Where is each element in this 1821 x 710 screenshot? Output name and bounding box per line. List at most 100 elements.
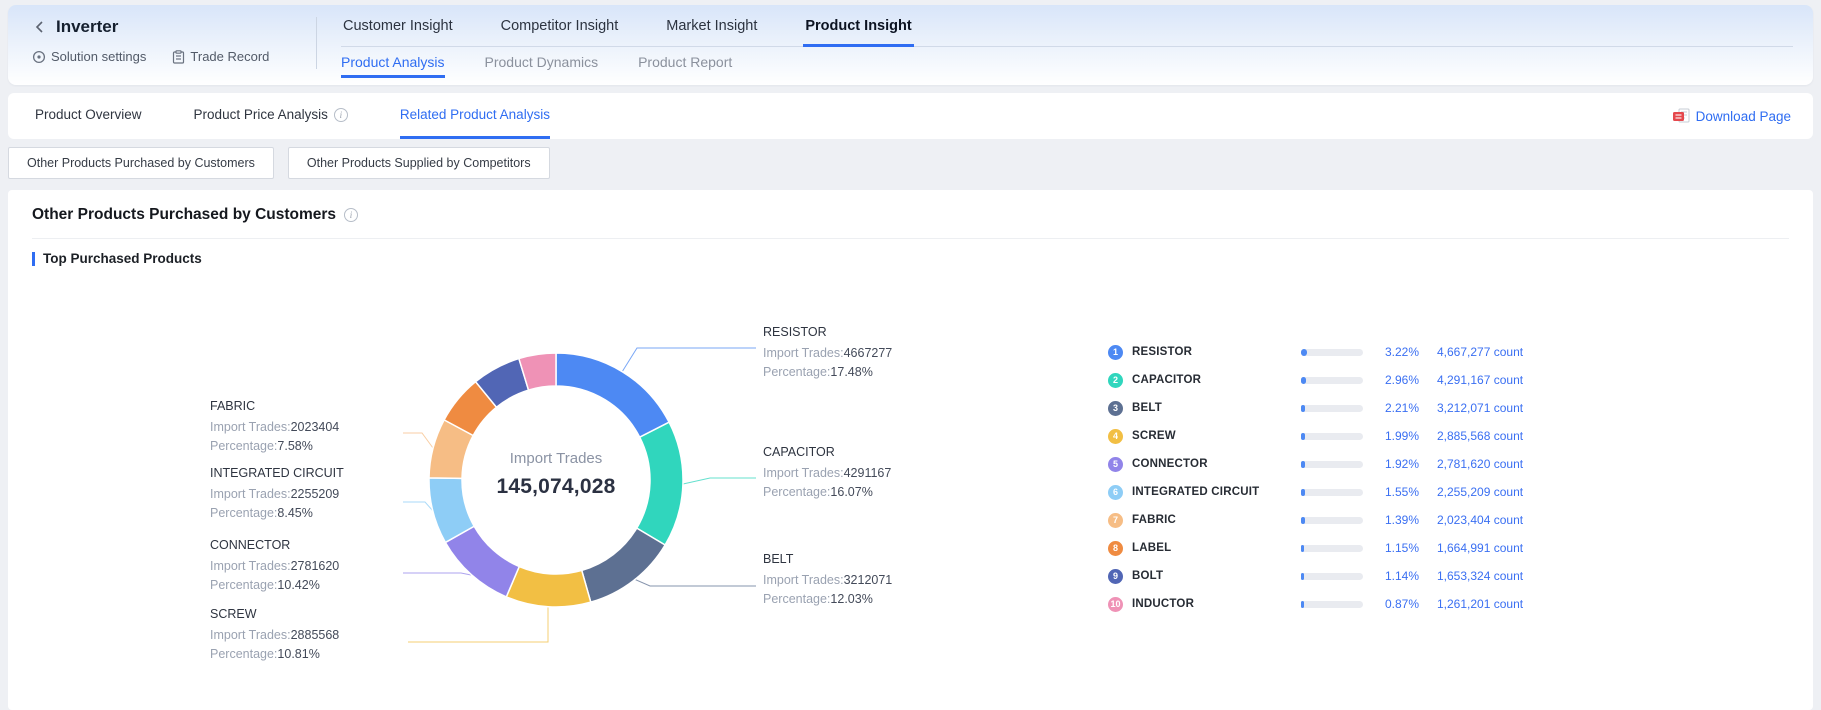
share-bar <box>1301 489 1363 496</box>
pagetab-related-product-analysis[interactable]: Related Product Analysis <box>400 93 550 139</box>
download-page-button[interactable]: Download Page <box>1673 93 1791 139</box>
legend-product-name: INTEGRATED CIRCUIT <box>1132 486 1301 498</box>
header: Inverter Solution settings Trade Record … <box>8 5 1813 85</box>
pagetab-product-overview[interactable]: Product Overview <box>35 93 142 139</box>
section-title: Other Products Purchased by Customers <box>32 206 336 224</box>
legend-row-capacitor[interactable]: 2 CAPACITOR 2.96% 4,291,167 count <box>1108 366 1538 394</box>
trade-record-button[interactable]: Trade Record <box>172 49 269 64</box>
trade-count: 2,255,209 count <box>1437 485 1523 499</box>
trade-count: 2,781,620 count <box>1437 457 1523 471</box>
rank-badge: 4 <box>1108 429 1123 444</box>
share-percentage: 3.22% <box>1363 345 1419 359</box>
share-bar <box>1301 377 1363 384</box>
trade-count: 4,667,277 count <box>1437 345 1523 359</box>
callout-name: SCREW <box>210 607 410 621</box>
trade-count: 1,653,324 count <box>1437 569 1523 583</box>
callout-connector: CONNECTOR Import Trades:2781620 Percenta… <box>210 538 410 595</box>
rank-badge: 7 <box>1108 513 1123 528</box>
trade-count: 4,291,167 count <box>1437 373 1523 387</box>
callout-name: CONNECTOR <box>210 538 410 552</box>
subtab-product-report[interactable]: Product Report <box>638 54 732 78</box>
share-percentage: 1.39% <box>1363 513 1419 527</box>
secondary-tabs: Product Analysis Product Dynamics Product … <box>341 54 1793 78</box>
pdf-icon <box>1673 108 1690 124</box>
callout-import-trades: Import Trades:4667277 <box>763 344 963 363</box>
callout-integrated-circuit: INTEGRATED CIRCUIT Import Trades:2255209… <box>210 466 410 523</box>
share-bar <box>1301 349 1363 356</box>
donut-slice-resistor[interactable] <box>556 353 669 437</box>
filter-button-2[interactable]: Other Products Supplied by Competitors <box>288 147 550 179</box>
divider <box>32 238 1789 239</box>
back-icon[interactable] <box>32 19 48 35</box>
donut-chart-panel: Import Trades 145,074,028 1 RESISTOR 3.2… <box>32 280 1789 680</box>
callout-percentage: Percentage:16.07% <box>763 483 963 502</box>
share-percentage: 2.21% <box>1363 401 1419 415</box>
legend-product-name: BOLT <box>1132 570 1301 582</box>
callout-name: BELT <box>763 552 963 566</box>
pagetab-product-price-analysis[interactable]: Product Price Analysisi <box>194 93 348 139</box>
page-title: Inverter <box>56 17 118 37</box>
legend-row-belt[interactable]: 3 BELT 2.21% 3,212,071 count <box>1108 394 1538 422</box>
callout-percentage: Percentage:17.48% <box>763 363 963 382</box>
legend-row-screw[interactable]: 4 SCREW 1.99% 2,885,568 count <box>1108 422 1538 450</box>
legend-row-label[interactable]: 8 LABEL 1.15% 1,664,991 count <box>1108 534 1538 562</box>
tab-product-insight[interactable]: Product Insight <box>803 14 913 47</box>
legend-row-fabric[interactable]: 7 FABRIC 1.39% 2,023,404 count <box>1108 506 1538 534</box>
subtab-product-analysis[interactable]: Product Analysis <box>341 54 445 78</box>
legend-product-name: RESISTOR <box>1132 346 1301 358</box>
tab-competitor-insight[interactable]: Competitor Insight <box>499 14 621 47</box>
callout-capacitor: CAPACITOR Import Trades:4291167 Percenta… <box>763 445 963 502</box>
clipboard-icon <box>172 50 185 64</box>
rank-badge: 3 <box>1108 401 1123 416</box>
share-percentage: 1.55% <box>1363 485 1419 499</box>
legend-product-name: SCREW <box>1132 430 1301 442</box>
header-divider <box>316 17 317 69</box>
share-percentage: 0.87% <box>1363 597 1419 611</box>
callout-import-trades: Import Trades:3212071 <box>763 571 963 590</box>
primary-tabs: Customer Insight Competitor Insight Market… <box>341 14 1793 47</box>
tab-customer-insight[interactable]: Customer Insight <box>341 14 455 47</box>
donut-slice-belt[interactable] <box>582 528 665 602</box>
legend-list: 1 RESISTOR 3.22% 4,667,277 count2 CAPACI… <box>1108 338 1538 618</box>
share-percentage: 1.92% <box>1363 457 1419 471</box>
legend-row-integrated-circuit[interactable]: 6 INTEGRATED CIRCUIT 1.55% 2,255,209 cou… <box>1108 478 1538 506</box>
legend-product-name: CONNECTOR <box>1132 458 1301 470</box>
rank-badge: 6 <box>1108 485 1123 500</box>
legend-row-bolt[interactable]: 9 BOLT 1.14% 1,653,324 count <box>1108 562 1538 590</box>
page-tabs: Product Overview Product Price Analysisi R… <box>35 93 550 139</box>
legend-row-resistor[interactable]: 1 RESISTOR 3.22% 4,667,277 count <box>1108 338 1538 366</box>
donut-center-value: 145,074,028 <box>456 475 656 499</box>
callout-fabric: FABRIC Import Trades:2023404 Percentage:… <box>210 399 410 456</box>
page-tab-bar: Product Overview Product Price Analysisi R… <box>8 93 1813 139</box>
trade-count: 1,664,991 count <box>1437 541 1523 555</box>
legend-row-connector[interactable]: 5 CONNECTOR 1.92% 2,781,620 count <box>1108 450 1538 478</box>
legend-product-name: CAPACITOR <box>1132 374 1301 386</box>
tab-market-insight[interactable]: Market Insight <box>664 14 759 47</box>
legend-product-name: LABEL <box>1132 542 1301 554</box>
donut-slice-screw[interactable] <box>506 567 590 607</box>
share-bar <box>1301 601 1363 608</box>
callout-import-trades: Import Trades:4291167 <box>763 464 963 483</box>
share-bar <box>1301 433 1363 440</box>
donut-center-label: Import Trades <box>456 450 656 467</box>
rank-badge: 1 <box>1108 345 1123 360</box>
share-percentage: 1.14% <box>1363 569 1419 583</box>
callout-percentage: Percentage:7.58% <box>210 437 410 456</box>
info-icon[interactable]: i <box>334 108 348 122</box>
content-card: Other Products Purchased by Customers i … <box>8 190 1813 710</box>
filter-button-1[interactable]: Other Products Purchased by Customers <box>8 147 274 179</box>
callout-import-trades: Import Trades:2255209 <box>210 485 410 504</box>
settings-icon <box>32 50 46 64</box>
callout-name: FABRIC <box>210 399 410 413</box>
legend-product-name: INDUCTOR <box>1132 598 1301 610</box>
accent-bar <box>32 252 35 266</box>
callout-percentage: Percentage:12.03% <box>763 590 963 609</box>
trade-count: 1,261,201 count <box>1437 597 1523 611</box>
legend-row-inductor[interactable]: 10 INDUCTOR 0.87% 1,261,201 count <box>1108 590 1538 618</box>
subtab-product-dynamics[interactable]: Product Dynamics <box>485 54 599 78</box>
share-bar <box>1301 405 1363 412</box>
info-icon[interactable]: i <box>344 208 358 222</box>
solution-settings-button[interactable]: Solution settings <box>32 49 146 64</box>
rank-badge: 9 <box>1108 569 1123 584</box>
donut-center: Import Trades 145,074,028 <box>456 450 656 499</box>
